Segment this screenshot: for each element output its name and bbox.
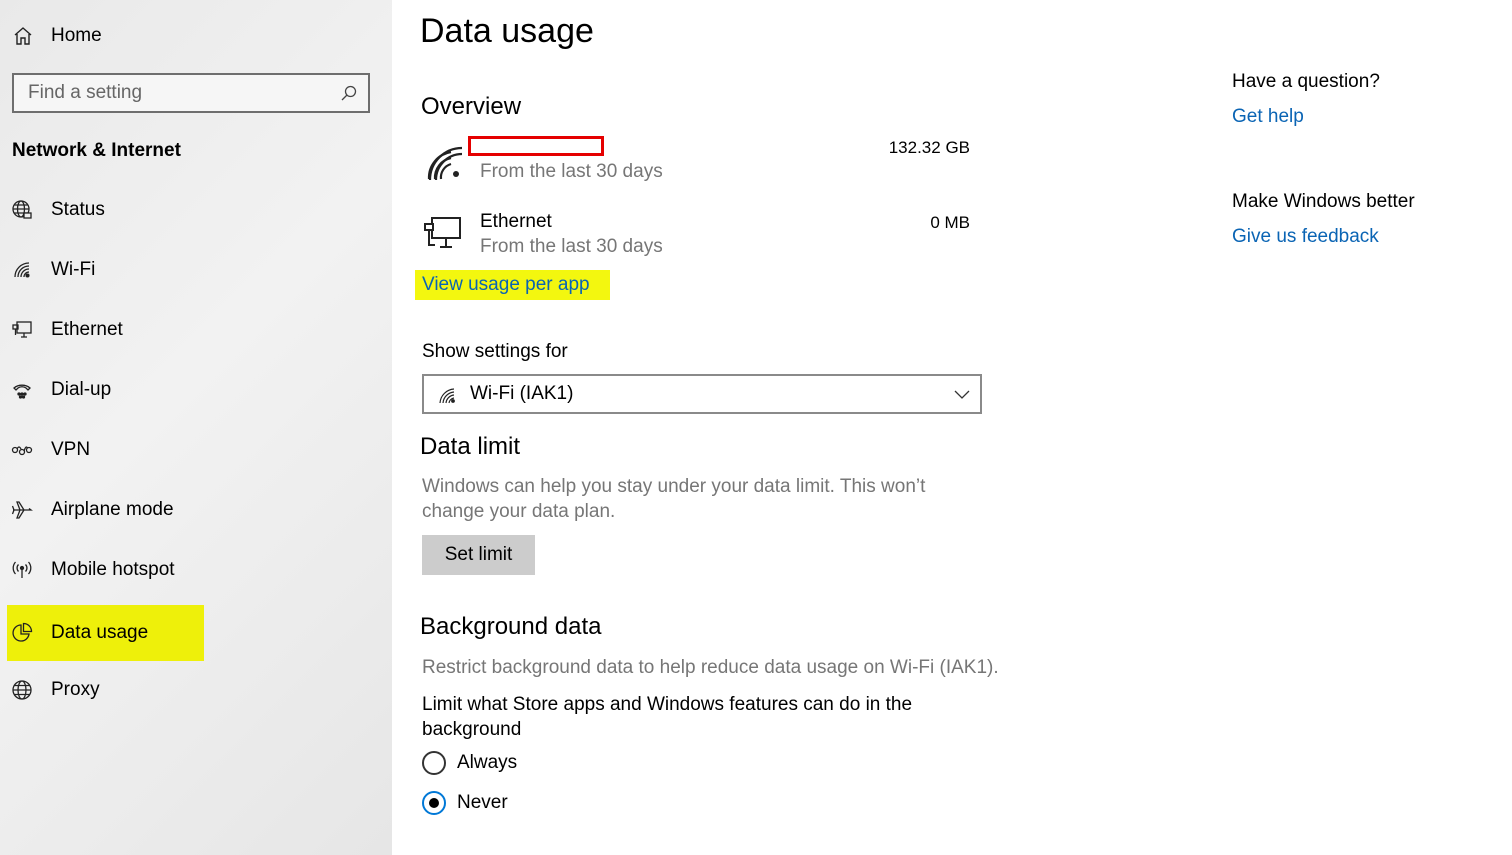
wifi-icon <box>439 388 455 404</box>
vpn-icon <box>11 439 33 461</box>
network-select-dropdown[interactable]: Wi-Fi (IAK1) <box>422 374 982 414</box>
limit-description-line2: background <box>422 719 522 740</box>
sidebar-item-label: Status <box>51 199 105 220</box>
radio-never[interactable]: Never <box>422 790 508 816</box>
radio-dot <box>429 798 439 808</box>
ethernet-icon <box>11 319 33 341</box>
sidebar-item-ethernet[interactable]: Ethernet <box>0 302 392 358</box>
page-title: Data usage <box>420 12 594 50</box>
redacted-network-name <box>468 136 604 156</box>
background-data-heading: Background data <box>420 613 602 640</box>
sidebar-item-mobile-hotspot[interactable]: Mobile hotspot <box>0 542 392 598</box>
sidebar-item-airplane-mode[interactable]: Airplane mode <box>0 482 392 538</box>
make-windows-better-heading: Make Windows better <box>1232 191 1415 212</box>
network-period: From the last 30 days <box>480 236 663 257</box>
wifi-icon <box>427 146 463 181</box>
view-usage-per-app-link[interactable]: View usage per app <box>415 270 610 300</box>
chevron-down-icon <box>954 390 970 399</box>
search-box[interactable] <box>12 73 370 113</box>
network-name: Ethernet <box>480 211 552 232</box>
radio-label: Never <box>457 792 508 813</box>
home-nav-item[interactable]: Home <box>12 18 372 54</box>
give-feedback-link[interactable]: Give us feedback <box>1232 226 1379 248</box>
sidebar-item-label: Dial-up <box>51 379 112 400</box>
network-select-value: Wi-Fi (IAK1) <box>470 383 574 404</box>
sidebar-item-label: Ethernet <box>51 319 123 340</box>
hotspot-icon <box>11 559 33 581</box>
data-limit-description-line1: Windows can help you stay under your dat… <box>422 476 926 497</box>
ethernet-icon <box>424 217 461 248</box>
network-usage: 132.32 GB <box>888 138 970 157</box>
data-limit-description-line2: change your data plan. <box>422 501 616 522</box>
globe-status-icon <box>11 199 33 221</box>
show-settings-for-label: Show settings for <box>422 341 568 362</box>
search-input[interactable] <box>14 81 330 105</box>
set-limit-button[interactable]: Set limit <box>422 535 535 575</box>
pie-chart-icon <box>11 622 33 644</box>
data-limit-heading: Data limit <box>420 433 521 460</box>
limit-description-line1: Limit what Store apps and Windows featur… <box>422 694 913 715</box>
radio-circle[interactable] <box>422 791 446 815</box>
network-period: From the last 30 days <box>480 161 663 182</box>
radio-circle[interactable] <box>422 751 446 775</box>
dialup-icon <box>11 379 33 401</box>
question-heading: Have a question? <box>1232 71 1380 92</box>
sidebar-item-label: Data usage <box>51 622 149 643</box>
sidebar-item-vpn[interactable]: VPN <box>0 422 392 478</box>
section-title: Network & Internet <box>12 140 181 161</box>
background-data-description: Restrict background data to help reduce … <box>422 657 999 678</box>
home-icon <box>14 27 32 45</box>
sidebar-item-data-usage[interactable]: Data usage <box>0 605 392 661</box>
overview-heading: Overview <box>421 93 522 120</box>
sidebar: Home Network & Internet Status Wi-Fi <box>0 0 392 855</box>
sidebar-item-status[interactable]: Status <box>0 182 392 238</box>
radio-always[interactable]: Always <box>422 750 517 776</box>
sidebar-item-dialup[interactable]: Dial-up <box>0 362 392 418</box>
sidebar-item-label: VPN <box>51 439 91 460</box>
sidebar-item-wifi[interactable]: Wi-Fi <box>0 242 392 298</box>
sidebar-item-label: Wi-Fi <box>51 259 96 280</box>
airplane-icon <box>11 499 33 521</box>
network-usage: 0 MB <box>930 213 970 232</box>
search-icon[interactable] <box>340 84 358 102</box>
home-label: Home <box>51 25 102 46</box>
sidebar-item-label: Mobile hotspot <box>51 559 175 580</box>
sidebar-item-label: Proxy <box>51 679 100 700</box>
sidebar-item-proxy[interactable]: Proxy <box>0 662 392 718</box>
wifi-icon <box>11 259 33 281</box>
globe-icon <box>11 679 33 701</box>
radio-label: Always <box>457 752 518 773</box>
get-help-link[interactable]: Get help <box>1232 106 1304 128</box>
sidebar-item-label: Airplane mode <box>51 499 174 520</box>
